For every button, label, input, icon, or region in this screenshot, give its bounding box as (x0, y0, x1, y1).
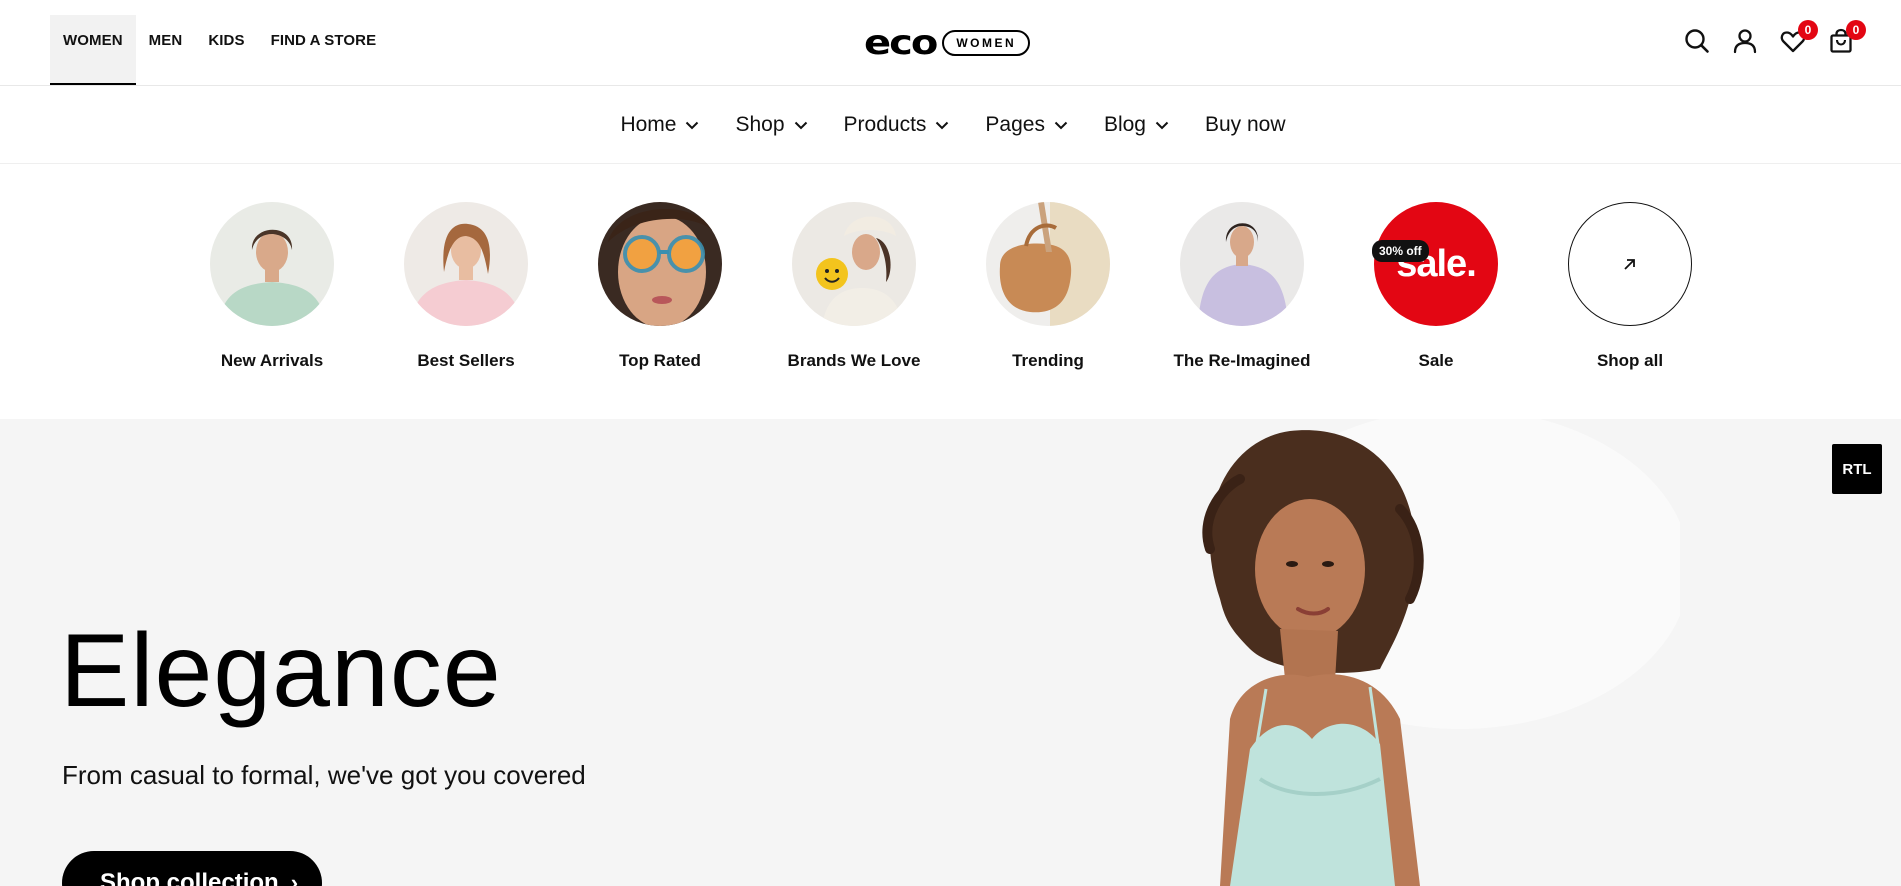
category-image (986, 202, 1110, 326)
user-icon[interactable] (1731, 27, 1761, 57)
category-label: Trending (1012, 351, 1084, 370)
menu-label: Products (843, 112, 927, 136)
category-image (210, 202, 334, 326)
hero-model-image (1202, 419, 1680, 886)
category-image (792, 202, 916, 326)
chevron-down-icon (1155, 121, 1169, 129)
category-top-rated[interactable]: Top Rated (580, 202, 740, 371)
shop-all-circle (1568, 202, 1692, 326)
category-trending[interactable]: Trending (968, 202, 1128, 371)
wishlist-count-badge: 0 (1798, 20, 1818, 40)
hero-title: Elegance (60, 613, 502, 729)
category-label: New Arrivals (220, 351, 324, 370)
chevron-down-icon (1054, 121, 1068, 129)
tab-men[interactable]: MEN (136, 15, 196, 85)
category-shop-all[interactable]: Shop all (1550, 202, 1710, 371)
category-best-sellers[interactable]: Best Sellers (386, 202, 546, 371)
arrow-up-right-icon (1624, 259, 1635, 270)
category-the-re-imagined[interactable]: The Re-Imagined (1162, 202, 1322, 371)
chevron-down-icon (686, 121, 699, 129)
rtl-toggle-button[interactable]: RTL (1832, 444, 1882, 494)
menu-label: Home (620, 112, 677, 136)
category-label: Top Rated (619, 351, 701, 370)
tab-women[interactable]: WOMEN (50, 15, 136, 85)
category-image (1180, 202, 1304, 326)
cart-button[interactable]: 0 (1827, 20, 1866, 57)
chevron-down-icon (936, 121, 949, 129)
site-logo[interactable]: eco WOMEN (864, 23, 1031, 63)
category-circles: New Arrivals Best Sellers Top Rated Bran… (0, 164, 1901, 419)
button-label: Shop collection (100, 869, 279, 886)
hero-subtitle: From casual to formal, we've got you cov… (62, 760, 586, 790)
shop-collection-button[interactable]: Shop collection › (62, 851, 322, 886)
category-label: Best Sellers (417, 351, 515, 370)
chevron-down-icon (794, 121, 807, 129)
logo-word: eco (864, 23, 938, 63)
discount-badge: 30% off (1372, 240, 1429, 262)
main-menu: Home Shop Products Pages Blog Buy now (0, 86, 1901, 164)
hero-banner: Elegance From casual to formal, we've go… (0, 419, 1901, 886)
category-label: Sale (1418, 351, 1454, 370)
category-sale[interactable]: sale. 30% off Sale (1356, 202, 1516, 371)
category-image (598, 202, 722, 326)
search-icon[interactable] (1683, 27, 1713, 57)
category-label: Shop all (1596, 351, 1664, 370)
category-new-arrivals[interactable]: New Arrivals (192, 202, 352, 371)
cart-count-badge: 0 (1846, 20, 1866, 40)
menu-item-products[interactable]: Products (826, 113, 968, 137)
menu-label: Pages (985, 112, 1045, 136)
menu-label: Shop (735, 112, 785, 136)
category-brands-we-love[interactable]: Brands We Love (774, 202, 934, 371)
tab-kids[interactable]: KIDS (195, 15, 257, 85)
category-label: Brands We Love (787, 351, 921, 370)
top-bar: WOMEN MEN KIDS FIND A STORE eco WOMEN 0 … (0, 0, 1901, 86)
menu-item-blog[interactable]: Blog (1086, 113, 1187, 137)
category-image (404, 202, 528, 326)
tab-find-a-store[interactable]: FIND A STORE (258, 15, 390, 85)
logo-tag: WOMEN (942, 30, 1031, 56)
menu-label: Blog (1103, 112, 1146, 136)
category-label: The Re-Imagined (1173, 351, 1311, 370)
menu-item-shop[interactable]: Shop (717, 113, 825, 137)
menu-item-home[interactable]: Home (602, 113, 717, 137)
menu-item-buy-now[interactable]: Buy now (1187, 113, 1304, 137)
wishlist-button[interactable]: 0 (1779, 20, 1818, 57)
gender-nav: WOMEN MEN KIDS FIND A STORE (50, 15, 389, 85)
menu-item-pages[interactable]: Pages (967, 113, 1086, 137)
sale-circle: sale. (1374, 202, 1498, 326)
menu-label: Buy now (1204, 112, 1286, 136)
chevron-right-icon: › (290, 870, 299, 886)
